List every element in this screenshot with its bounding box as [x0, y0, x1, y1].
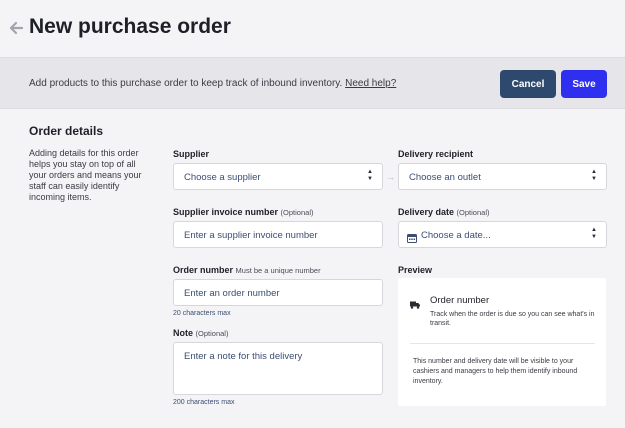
unique-number-note: Must be a unique number [235, 266, 321, 275]
note-label-text: Note [173, 328, 193, 338]
supplier-label-text: Supplier [173, 149, 210, 159]
supplier-invoice-placeholder: Enter a supplier invoice number [184, 230, 318, 241]
delivery-date-value: Choose a date... [421, 230, 491, 241]
delivery-recipient-label: Delivery recipient [398, 149, 473, 159]
supplier-invoice-input[interactable]: Enter a supplier invoice number [173, 221, 383, 248]
delivery-date-label: Delivery date (Optional) [398, 207, 489, 217]
supplier-select-value: Choose a supplier [184, 172, 261, 183]
optional-tag: (Optional) [195, 329, 229, 338]
order-number-label-text: Order number [173, 265, 234, 275]
order-number-hint: 20 characters max [173, 310, 231, 317]
preview-card: Order number Track when the order is due… [398, 278, 606, 406]
delivery-recipient-value: Choose an outlet [409, 172, 481, 183]
preview-title: Order number [430, 295, 490, 306]
note-placeholder: Enter a note for this delivery [184, 351, 303, 362]
section-description: Adding details for this order helps you … [29, 148, 142, 202]
optional-tag: (Optional) [456, 208, 490, 217]
help-link[interactable]: Need help? [345, 78, 396, 89]
info-text: Add products to this purchase order to k… [29, 78, 343, 89]
chevron-up-down-icon: ▲ ▼ [591, 169, 597, 182]
arrow-right-icon: → [386, 172, 395, 182]
preview-footer: This number and delivery date will be vi… [413, 358, 578, 385]
supplier-label: Supplier [173, 149, 209, 159]
save-button[interactable]: Save [561, 70, 607, 98]
delivery-recipient-select[interactable]: Choose an outlet ▲ ▼ [398, 163, 607, 190]
supplier-invoice-label-text: Supplier invoice number [173, 207, 279, 217]
calendar-icon [407, 230, 417, 248]
note-label: Note (Optional) [173, 328, 228, 338]
action-bar: Add products to this purchase order to k… [0, 57, 625, 109]
note-textarea[interactable]: Enter a note for this delivery [173, 342, 383, 395]
info-message: Add products to this purchase order to k… [29, 78, 396, 89]
order-details-section: Order details Adding details for this or… [0, 110, 625, 428]
truck-icon [410, 296, 420, 309]
section-title: Order details [29, 124, 104, 138]
order-number-label: Order number Must be a unique number [173, 265, 321, 275]
preview-subtitle: Track when the order is due so you can s… [430, 311, 595, 327]
back-arrow-icon[interactable] [8, 18, 24, 38]
preview-divider [410, 343, 595, 344]
delivery-date-picker[interactable]: Choose a date... ▲ ▼ [398, 221, 607, 248]
order-number-placeholder: Enter an order number [184, 288, 280, 299]
preview-label-text: Preview [398, 265, 433, 275]
order-number-input[interactable]: Enter an order number [173, 279, 383, 306]
chevron-up-down-icon: ▲ ▼ [591, 227, 597, 240]
supplier-invoice-label: Supplier invoice number (Optional) [173, 207, 313, 217]
supplier-select[interactable]: Choose a supplier ▲ ▼ [173, 163, 383, 190]
page-title: New purchase order [29, 15, 231, 38]
note-hint: 200 characters max [173, 399, 235, 406]
delivery-date-label-text: Delivery date [398, 207, 455, 217]
chevron-up-down-icon: ▲ ▼ [367, 169, 373, 182]
delivery-recipient-label-text: Delivery recipient [398, 149, 474, 159]
cancel-button[interactable]: Cancel [500, 70, 556, 98]
optional-tag: (Optional) [280, 208, 314, 217]
preview-label: Preview [398, 265, 432, 275]
page-header: New purchase order [0, 0, 625, 57]
